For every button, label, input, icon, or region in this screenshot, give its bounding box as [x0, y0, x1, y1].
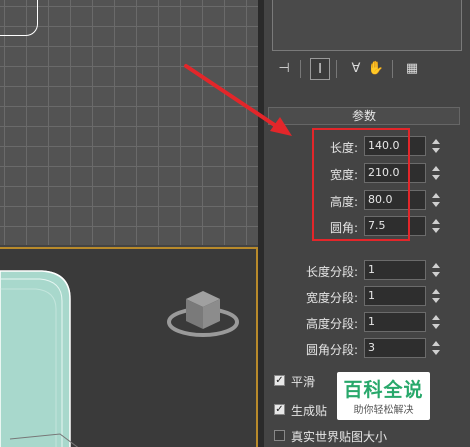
watermark-logo: 百科全说 助你轻松解决 [337, 372, 430, 420]
watermark-title: 百科全说 [343, 379, 424, 401]
watermark-subtitle: 助你轻松解决 [353, 405, 414, 416]
